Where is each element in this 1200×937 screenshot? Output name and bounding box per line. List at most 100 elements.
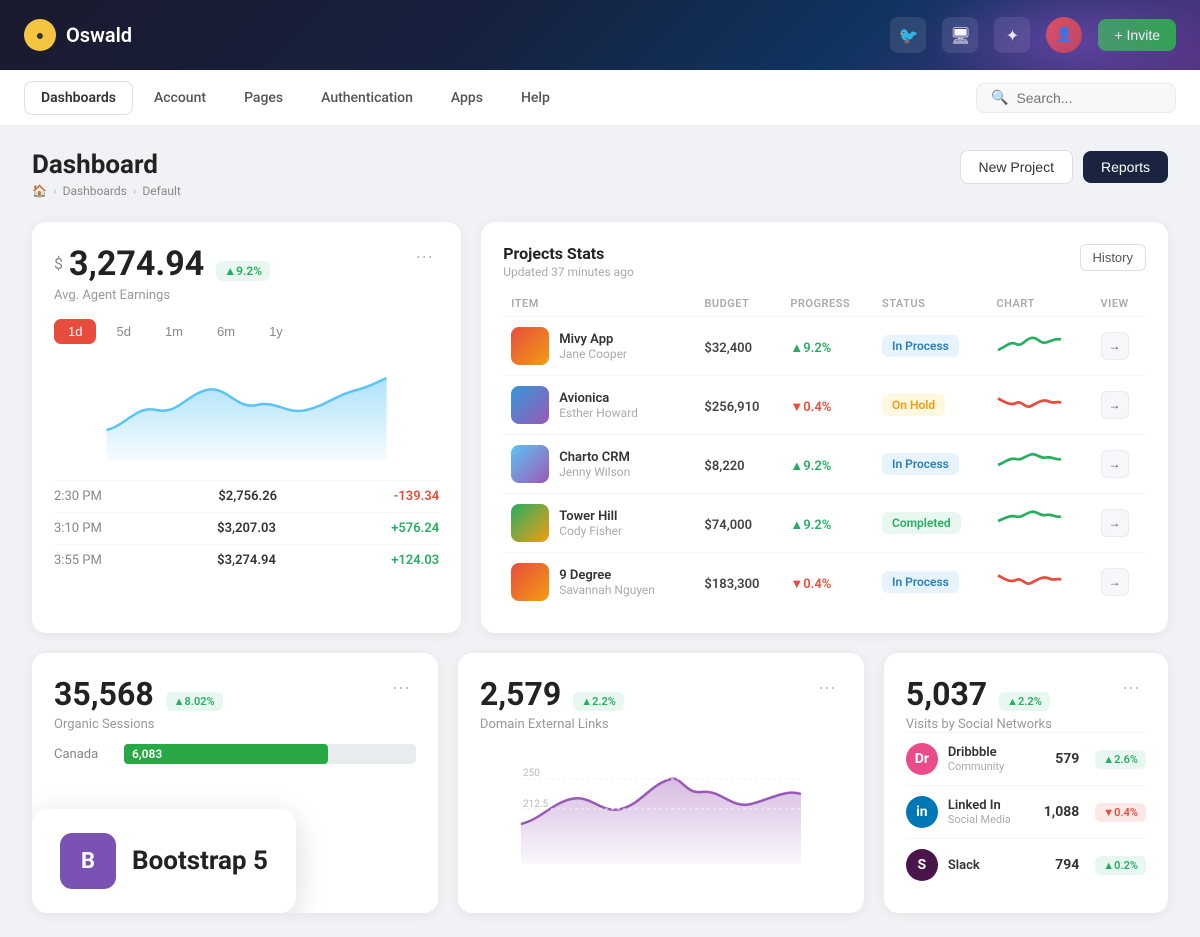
filter-5d[interactable]: 5d <box>102 319 144 344</box>
bootstrap-overlay: B Bootstrap 5 <box>32 809 296 913</box>
project-budget-cell: $183,300 <box>696 553 782 612</box>
search-input[interactable] <box>1016 90 1161 106</box>
project-status: On Hold <box>882 394 945 416</box>
nav-dashboards[interactable]: Dashboards <box>24 81 133 115</box>
project-status-cell: In Process <box>874 317 988 376</box>
project-status-cell: On Hold <box>874 376 988 435</box>
top-grid: $ 3,274.94 ▲9.2% Avg. Agent Earnings ···… <box>32 222 1168 633</box>
stat-time-2: 3:10 PM <box>54 521 102 536</box>
project-status: In Process <box>882 571 959 593</box>
social-icon-dribbble: Dr <box>906 743 938 775</box>
project-view-cell: → <box>1093 435 1146 494</box>
project-chart-cell <box>988 435 1092 494</box>
organic-number-row: 35,568 ▲8.02% <box>54 675 223 713</box>
filter-1m[interactable]: 1m <box>151 319 197 344</box>
topbar-icon-screen[interactable]: 🖥 <box>942 17 978 53</box>
logo-text: Oswald <box>66 23 132 47</box>
project-budget: $256,910 <box>704 400 759 415</box>
social-count: 794 <box>1055 857 1079 873</box>
canada-bar-wrap: 6,083 <box>124 744 416 764</box>
invite-button[interactable]: + Invite <box>1098 19 1176 51</box>
stat-change-3: +124.03 <box>391 553 439 568</box>
new-project-button[interactable]: New Project <box>960 150 1073 184</box>
search-icon: 🔍 <box>991 90 1008 106</box>
social-row: S Slack 794 ▲0.2% <box>906 838 1146 891</box>
reports-button[interactable]: Reports <box>1083 151 1168 183</box>
user-avatar[interactable]: 👤 <box>1046 17 1082 53</box>
external-badge: ▲2.2% <box>573 692 624 711</box>
topbar-icon-share[interactable]: ✦ <box>994 17 1030 53</box>
project-view-button[interactable]: → <box>1101 509 1129 537</box>
earnings-header: $ 3,274.94 ▲9.2% Avg. Agent Earnings ··· <box>54 244 439 303</box>
filter-1y[interactable]: 1y <box>255 319 297 344</box>
projects-title-area: Projects Stats Updated 37 minutes ago <box>503 244 634 279</box>
nav-account[interactable]: Account <box>137 81 223 115</box>
project-item-cell: Avionica Esther Howard <box>503 376 696 435</box>
history-button[interactable]: History <box>1080 244 1146 271</box>
bootstrap-icon: B <box>60 833 116 889</box>
social-more-button[interactable]: ··· <box>1116 675 1146 700</box>
stat-value-2: $3,207.03 <box>217 521 276 536</box>
social-name: Linked In <box>948 798 1011 813</box>
svg-text:250: 250 <box>523 768 540 779</box>
social-badge-item: ▲0.2% <box>1095 856 1146 875</box>
topbar-icon-bird[interactable]: 🐦 <box>890 17 926 53</box>
social-badge-item: ▲2.6% <box>1095 750 1146 769</box>
external-number-row: 2,579 ▲2.2% <box>480 675 624 713</box>
projects-table: ITEM BUDGET PROGRESS STATUS CHART VIEW M… <box>503 291 1146 611</box>
breadcrumb-dashboards[interactable]: Dashboards <box>63 184 127 198</box>
project-name: Avionica <box>559 391 638 406</box>
nav-authentication[interactable]: Authentication <box>304 81 430 115</box>
project-view-button[interactable]: → <box>1101 568 1129 596</box>
social-badge-item: ▼0.4% <box>1095 803 1146 822</box>
stat-row-2: 3:10 PM $3,207.03 +576.24 <box>54 512 439 544</box>
project-view-button[interactable]: → <box>1101 450 1129 478</box>
social-icon-linked-in: in <box>906 796 938 828</box>
stat-change-2: +576.24 <box>391 521 439 536</box>
project-status: Completed <box>882 512 961 534</box>
table-row: 9 Degree Savannah Nguyen $183,300 ▼0.4% … <box>503 553 1146 612</box>
stat-row-3: 3:55 PM $3,274.94 +124.03 <box>54 544 439 576</box>
col-item: ITEM <box>503 291 696 317</box>
social-icon-slack: S <box>906 849 938 881</box>
nav-apps[interactable]: Apps <box>434 81 500 115</box>
nav-pages[interactable]: Pages <box>227 81 300 115</box>
project-budget-cell: $8,220 <box>696 435 782 494</box>
project-budget-cell: $74,000 <box>696 494 782 553</box>
topbar-right: 🐦 🖥 ✦ 👤 + Invite <box>890 17 1176 53</box>
project-status-cell: In Process <box>874 435 988 494</box>
project-item-cell: Mivy App Jane Cooper <box>503 317 696 376</box>
social-card: 5,037 ▲2.2% ··· Visits by Social Network… <box>884 653 1168 913</box>
stat-time-3: 3:55 PM <box>54 553 102 568</box>
project-view-cell: → <box>1093 494 1146 553</box>
earnings-amount: 3,274.94 <box>69 244 204 284</box>
filter-1d[interactable]: 1d <box>54 319 96 344</box>
earnings-amount-row: $ 3,274.94 ▲9.2% <box>54 244 270 284</box>
project-status: In Process <box>882 335 959 357</box>
project-budget-cell: $256,910 <box>696 376 782 435</box>
social-number-row: 5,037 ▲2.2% <box>906 675 1050 713</box>
earnings-currency: $ <box>54 254 63 273</box>
external-number: 2,579 <box>480 675 561 713</box>
social-name: Dribbble <box>948 745 1004 760</box>
social-number: 5,037 <box>906 675 987 713</box>
earnings-more-button[interactable]: ··· <box>409 244 439 269</box>
filter-6m[interactable]: 6m <box>203 319 249 344</box>
external-chart: 250 212.5 <box>480 744 842 868</box>
stat-value-3: $3,274.94 <box>217 553 276 568</box>
col-progress: PROGRESS <box>782 291 874 317</box>
earnings-label: Avg. Agent Earnings <box>54 288 270 303</box>
project-view-button[interactable]: → <box>1101 332 1129 360</box>
project-person: Cody Fisher <box>559 524 622 538</box>
social-name: Slack <box>948 858 980 873</box>
nav-help[interactable]: Help <box>504 81 567 115</box>
earnings-chart <box>54 360 439 464</box>
project-status-cell: Completed <box>874 494 988 553</box>
canada-row: Canada 6,083 <box>54 744 416 764</box>
project-progress-cell: ▲9.2% <box>782 435 874 494</box>
organic-more-button[interactable]: ··· <box>386 675 416 700</box>
navbar: Dashboards Account Pages Authentication … <box>0 70 1200 126</box>
external-more-button[interactable]: ··· <box>812 675 842 700</box>
project-view-button[interactable]: → <box>1101 391 1129 419</box>
col-view: VIEW <box>1093 291 1146 317</box>
